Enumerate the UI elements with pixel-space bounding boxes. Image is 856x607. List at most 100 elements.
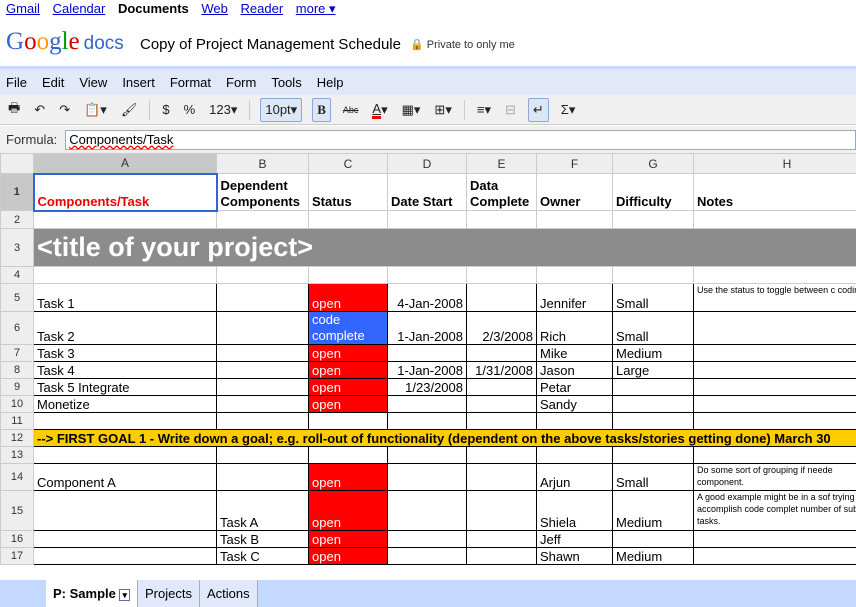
cell-e13[interactable] bbox=[466, 446, 537, 464]
cell-c9[interactable]: open bbox=[308, 378, 388, 396]
cell-c17[interactable]: open bbox=[308, 547, 388, 565]
cell-c8[interactable]: open bbox=[308, 361, 388, 379]
cell-e11[interactable] bbox=[466, 412, 537, 430]
cell-g10[interactable] bbox=[612, 395, 694, 413]
cell-d2[interactable] bbox=[387, 210, 467, 229]
sheet-tab-projects[interactable]: Projects bbox=[138, 580, 200, 607]
cell-h4[interactable] bbox=[693, 266, 856, 284]
corner-cell[interactable] bbox=[0, 153, 34, 174]
cell-a17[interactable] bbox=[33, 547, 217, 565]
cell-e15[interactable] bbox=[466, 490, 537, 531]
cell-c7[interactable]: open bbox=[308, 344, 388, 362]
cell-b16[interactable]: Task B bbox=[216, 530, 309, 548]
cell-h1[interactable]: Notes bbox=[693, 173, 856, 211]
row-header[interactable]: 5 bbox=[0, 283, 34, 312]
paste-icon[interactable]: 📋▾ bbox=[82, 98, 109, 122]
cell-g2[interactable] bbox=[612, 210, 694, 229]
cell-a9[interactable]: Task 5 Integrate bbox=[33, 378, 217, 396]
cell-g9[interactable] bbox=[612, 378, 694, 396]
row-header[interactable]: 8 bbox=[0, 361, 34, 379]
cell-d6[interactable]: 1-Jan-2008 bbox=[387, 311, 467, 345]
cell-e6[interactable]: 2/3/2008 bbox=[466, 311, 537, 345]
row-header[interactable]: 12 bbox=[0, 429, 34, 447]
print-icon[interactable]: 🖶 bbox=[6, 98, 22, 122]
cell-e7[interactable] bbox=[466, 344, 537, 362]
paint-format-icon[interactable]: 🖌 bbox=[119, 98, 140, 122]
cell-a8[interactable]: Task 4 bbox=[33, 361, 217, 379]
cell-f4[interactable] bbox=[536, 266, 613, 284]
row-header[interactable]: 9 bbox=[0, 378, 34, 396]
cell-a14[interactable]: Component A bbox=[33, 463, 217, 491]
cell-b10[interactable] bbox=[216, 395, 309, 413]
cell-f14[interactable]: Arjun bbox=[536, 463, 613, 491]
cell-a5[interactable]: Task 1 bbox=[33, 283, 217, 312]
cell-a6[interactable]: Task 2 bbox=[33, 311, 217, 345]
cell-d5[interactable]: 4-Jan-2008 bbox=[387, 283, 467, 312]
menu-form[interactable]: Form bbox=[226, 75, 256, 90]
cell-f17[interactable]: Shawn bbox=[536, 547, 613, 565]
menu-file[interactable]: File bbox=[6, 75, 27, 90]
cell-c4[interactable] bbox=[308, 266, 388, 284]
row-header[interactable]: 11 bbox=[0, 412, 34, 430]
cell-h17[interactable] bbox=[693, 547, 856, 565]
row-header[interactable]: 15 bbox=[0, 490, 34, 531]
cell-d7[interactable] bbox=[387, 344, 467, 362]
cell-h8[interactable] bbox=[693, 361, 856, 379]
row-header[interactable]: 13 bbox=[0, 446, 34, 464]
row-header[interactable]: 2 bbox=[0, 210, 34, 229]
cell-b13[interactable] bbox=[216, 446, 309, 464]
cell-d13[interactable] bbox=[387, 446, 467, 464]
row-header[interactable]: 3 bbox=[0, 228, 34, 267]
wrap-text-icon[interactable]: ↵ bbox=[527, 97, 549, 122]
strikethrough-button[interactable]: Abc bbox=[341, 98, 361, 122]
cell-e4[interactable] bbox=[466, 266, 537, 284]
cell-b2[interactable] bbox=[216, 210, 309, 229]
cell-f10[interactable]: Sandy bbox=[536, 395, 613, 413]
cell-g7[interactable]: Medium bbox=[612, 344, 694, 362]
cell-c11[interactable] bbox=[308, 412, 388, 430]
column-header-e[interactable]: E bbox=[466, 153, 537, 174]
cell-a16[interactable] bbox=[33, 530, 217, 548]
cell-h2[interactable] bbox=[693, 210, 856, 229]
row-header[interactable]: 14 bbox=[0, 463, 34, 491]
cell-h13[interactable] bbox=[693, 446, 856, 464]
cell-g8[interactable]: Large bbox=[612, 361, 694, 379]
cell-b8[interactable] bbox=[216, 361, 309, 379]
cell-b4[interactable] bbox=[216, 266, 309, 284]
cell-g6[interactable]: Small bbox=[612, 311, 694, 345]
project-title-cell[interactable]: <title of your project> bbox=[33, 228, 856, 267]
cell-g1[interactable]: Difficulty bbox=[612, 173, 694, 211]
menu-help[interactable]: Help bbox=[317, 75, 344, 90]
cell-h10[interactable] bbox=[693, 395, 856, 413]
cell-b14[interactable] bbox=[216, 463, 309, 491]
cell-f2[interactable] bbox=[536, 210, 613, 229]
align-button[interactable]: ≡ ▾ bbox=[475, 98, 493, 122]
undo-icon[interactable]: ↶ bbox=[32, 98, 47, 122]
cell-f7[interactable]: Mike bbox=[536, 344, 613, 362]
chevron-down-icon[interactable]: ▾ bbox=[119, 589, 131, 601]
cell-h11[interactable] bbox=[693, 412, 856, 430]
cell-a4[interactable] bbox=[33, 266, 217, 284]
cell-d15[interactable] bbox=[387, 490, 467, 531]
cell-e16[interactable] bbox=[466, 530, 537, 548]
currency-button[interactable]: $ bbox=[160, 98, 171, 122]
column-header-a[interactable]: A bbox=[33, 153, 217, 174]
cell-d11[interactable] bbox=[387, 412, 467, 430]
cell-f1[interactable]: Owner bbox=[536, 173, 613, 211]
cell-b17[interactable]: Task C bbox=[216, 547, 309, 565]
merge-cells-icon[interactable]: ⊟ bbox=[503, 98, 518, 122]
more-link[interactable]: more ▾ bbox=[296, 1, 336, 16]
menu-format[interactable]: Format bbox=[170, 75, 211, 90]
cell-a1[interactable]: Components/Task bbox=[32, 172, 218, 212]
cell-c2[interactable] bbox=[308, 210, 388, 229]
column-header-d[interactable]: D bbox=[387, 153, 467, 174]
cell-f8[interactable]: Jason bbox=[536, 361, 613, 379]
cell-f9[interactable]: Petar bbox=[536, 378, 613, 396]
cell-g14[interactable]: Small bbox=[612, 463, 694, 491]
borders-button[interactable]: ⊞ ▾ bbox=[432, 98, 453, 122]
cell-c6[interactable]: code complete bbox=[308, 311, 388, 345]
column-header-c[interactable]: C bbox=[308, 153, 388, 174]
cell-f16[interactable]: Jeff bbox=[536, 530, 613, 548]
column-header-f[interactable]: F bbox=[536, 153, 613, 174]
cell-d9[interactable]: 1/23/2008 bbox=[387, 378, 467, 396]
